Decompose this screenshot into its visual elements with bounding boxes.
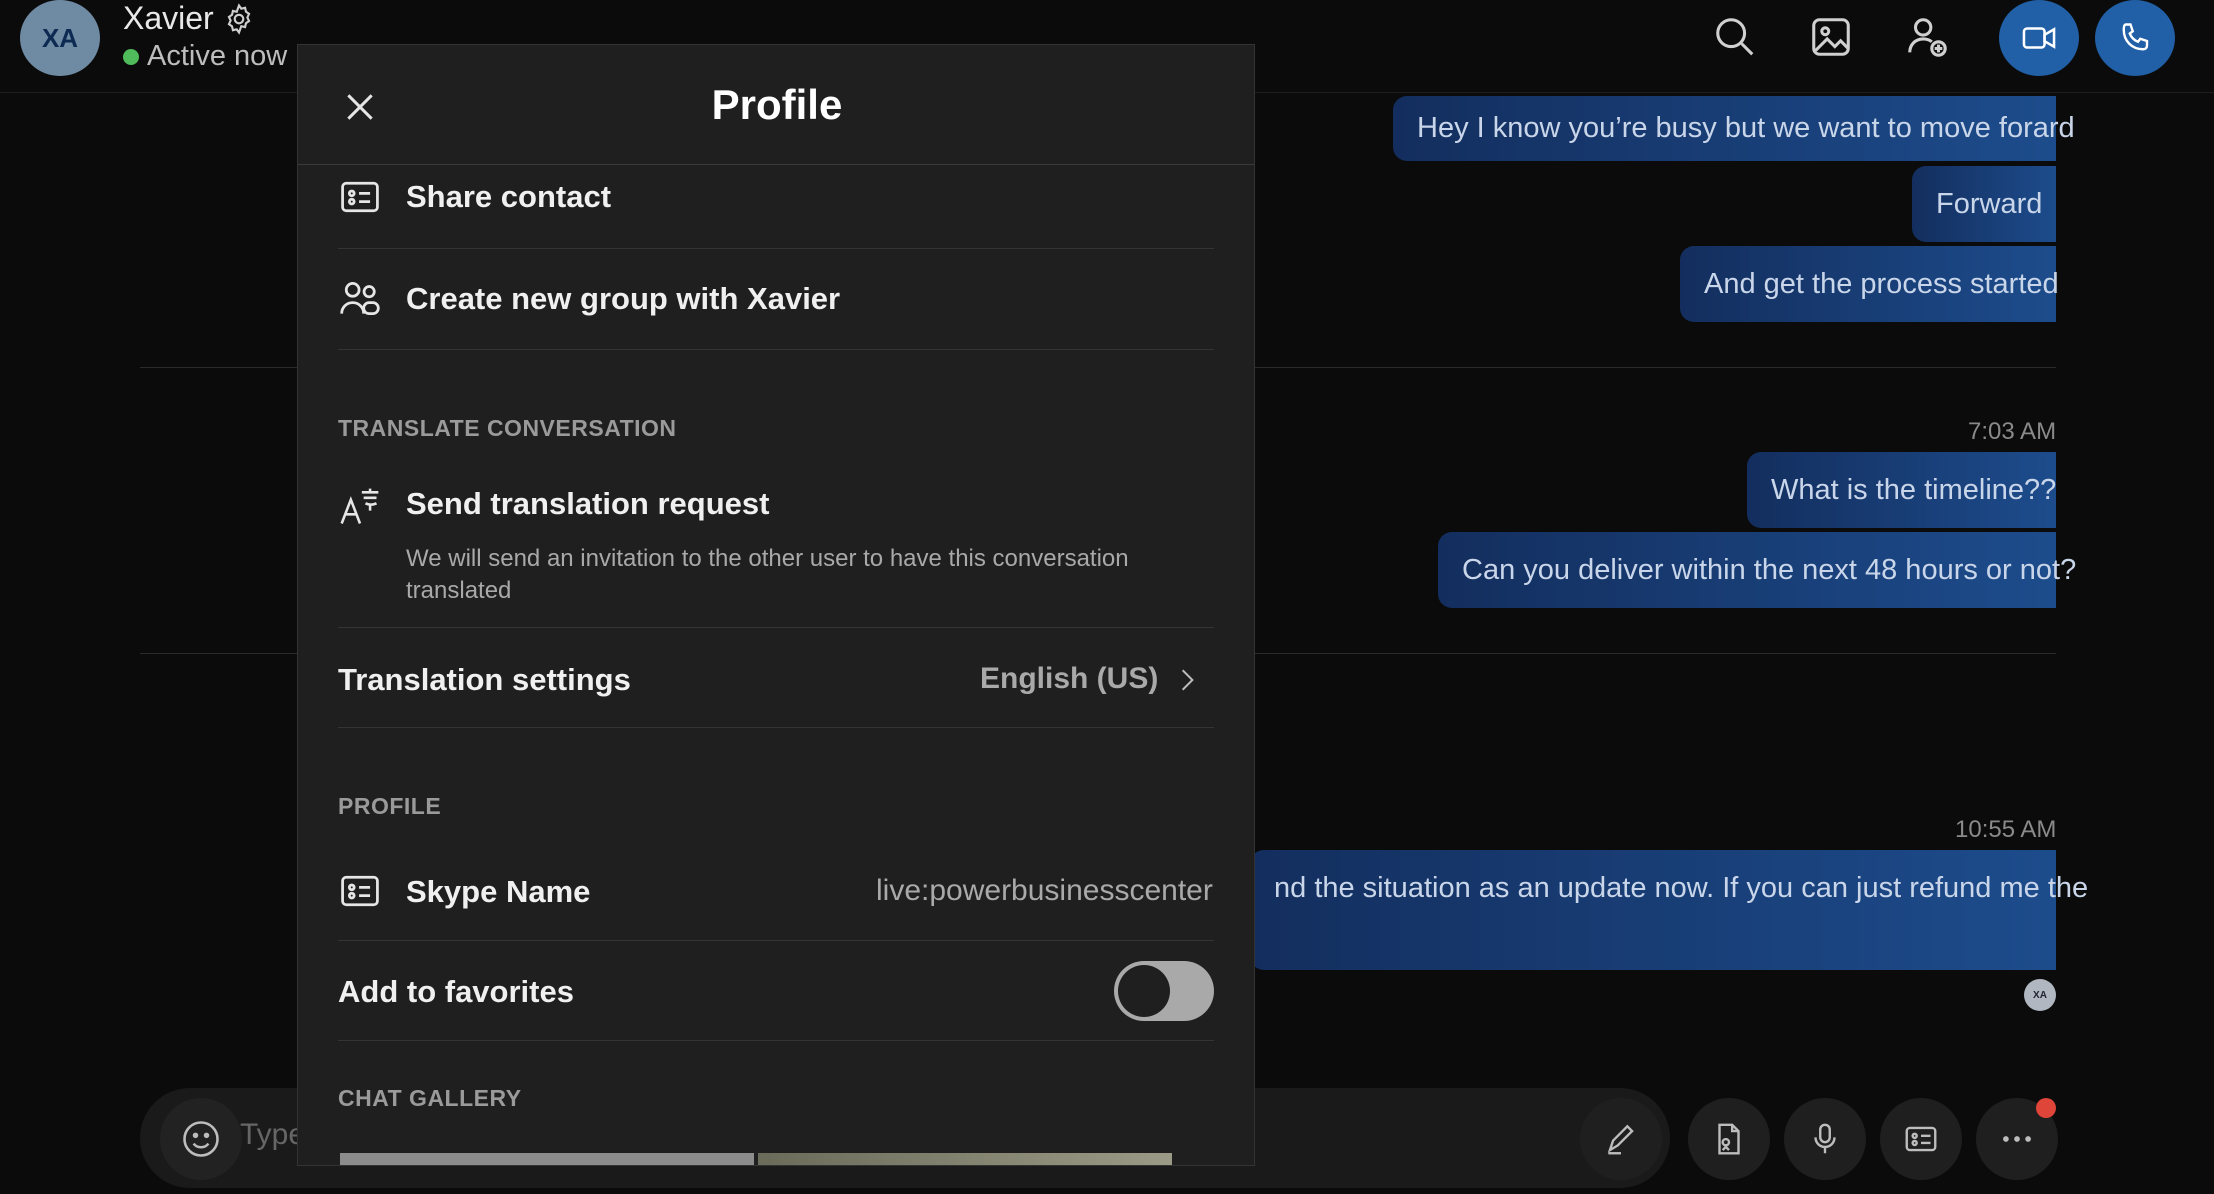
video-call-button[interactable] — [1999, 0, 2079, 76]
gallery-icon[interactable] — [1808, 14, 1854, 60]
voice-message-button[interactable] — [1784, 1098, 1866, 1180]
emoji-icon — [183, 1121, 219, 1157]
section-profile: PROFILE — [338, 793, 442, 819]
message-input[interactable]: Type — [240, 1118, 305, 1152]
notification-dot — [2036, 1098, 2056, 1118]
more-icon — [2003, 1136, 2031, 1142]
favorites-toggle[interactable] — [1114, 961, 1214, 1021]
message-bubble[interactable]: Forward — [1912, 166, 2056, 242]
translation-language[interactable]: English (US) — [980, 662, 1158, 696]
toggle-knob — [1118, 965, 1170, 1017]
group-icon — [340, 282, 380, 316]
chevron-right-icon[interactable] — [1174, 665, 1200, 695]
skype-name-value[interactable]: live:powerbusinesscenter — [876, 874, 1213, 908]
message-timestamp: 7:03 AM — [1968, 418, 2057, 445]
presence-dot — [123, 48, 139, 65]
send-translation-description: We will send an invitation to the other … — [406, 545, 1129, 604]
profile-modal: Profile Share contact Create new group w… — [297, 44, 1255, 1166]
add-person-icon[interactable] — [1904, 14, 1950, 60]
send-contact-button[interactable] — [1880, 1098, 1962, 1180]
audio-call-button[interactable] — [2095, 0, 2175, 76]
gallery-thumbnail[interactable] — [340, 1153, 754, 1165]
contact-card-icon — [341, 181, 379, 213]
gear-icon[interactable] — [222, 2, 256, 36]
phone-icon — [2122, 23, 2149, 51]
message-bubble[interactable]: nd the situation as an update now. If yo… — [1250, 850, 2088, 970]
message-bubble[interactable]: Can you deliver within the next 48 hours… — [1438, 532, 2076, 608]
skype-name-label: Skype Name — [406, 874, 591, 909]
create-group-item[interactable]: Create new group with Xavier — [406, 281, 840, 317]
file-icon — [1718, 1123, 1740, 1155]
presence-status: Active now — [123, 40, 287, 73]
skype-app: XA Xavier Active now Hey I know you’re b… — [0, 0, 2214, 1194]
message-bubble[interactable]: And get the process started — [1680, 246, 2059, 322]
modal-header: Profile — [298, 45, 1254, 165]
pen-icon — [1607, 1124, 1634, 1155]
divider — [338, 627, 1214, 628]
divider — [338, 940, 1214, 941]
presence-text: Active now — [147, 40, 288, 72]
contact-card-icon — [1905, 1126, 1937, 1152]
contact-card-icon — [341, 875, 379, 907]
microphone-icon — [1814, 1123, 1836, 1154]
gallery-thumbnail[interactable] — [758, 1153, 1172, 1165]
section-translate: TRANSLATE CONVERSATION — [338, 415, 677, 441]
divider — [338, 727, 1214, 728]
emoji-button[interactable] — [160, 1098, 242, 1180]
read-receipt-avatar: XA — [2024, 979, 2056, 1011]
divider — [338, 1040, 1214, 1041]
contact-avatar[interactable]: XA — [20, 0, 100, 76]
video-camera-icon — [2022, 27, 2056, 49]
add-to-favorites-label: Add to favorites — [338, 974, 574, 1009]
send-translation-request[interactable]: Send translation request — [406, 486, 769, 522]
share-contact-item[interactable]: Share contact — [406, 179, 611, 215]
modal-title: Profile — [711, 81, 843, 128]
contact-name[interactable]: Xavier — [123, 0, 214, 37]
divider — [338, 248, 1214, 249]
message-bubble[interactable]: What is the timeline?? — [1747, 452, 2056, 528]
message-bubble[interactable]: Hey I know you’re busy but we want to mo… — [1393, 96, 2075, 161]
send-file-button[interactable] — [1688, 1098, 1770, 1180]
section-chat-gallery: CHAT GALLERY — [338, 1085, 522, 1111]
message-timestamp: 10:55 AM — [1955, 816, 2057, 843]
search-icon[interactable] — [1712, 14, 1758, 60]
translate-icon — [340, 488, 379, 524]
draw-button[interactable] — [1580, 1098, 1662, 1180]
divider — [338, 349, 1214, 350]
translation-settings-item[interactable]: Translation settings — [338, 662, 631, 698]
